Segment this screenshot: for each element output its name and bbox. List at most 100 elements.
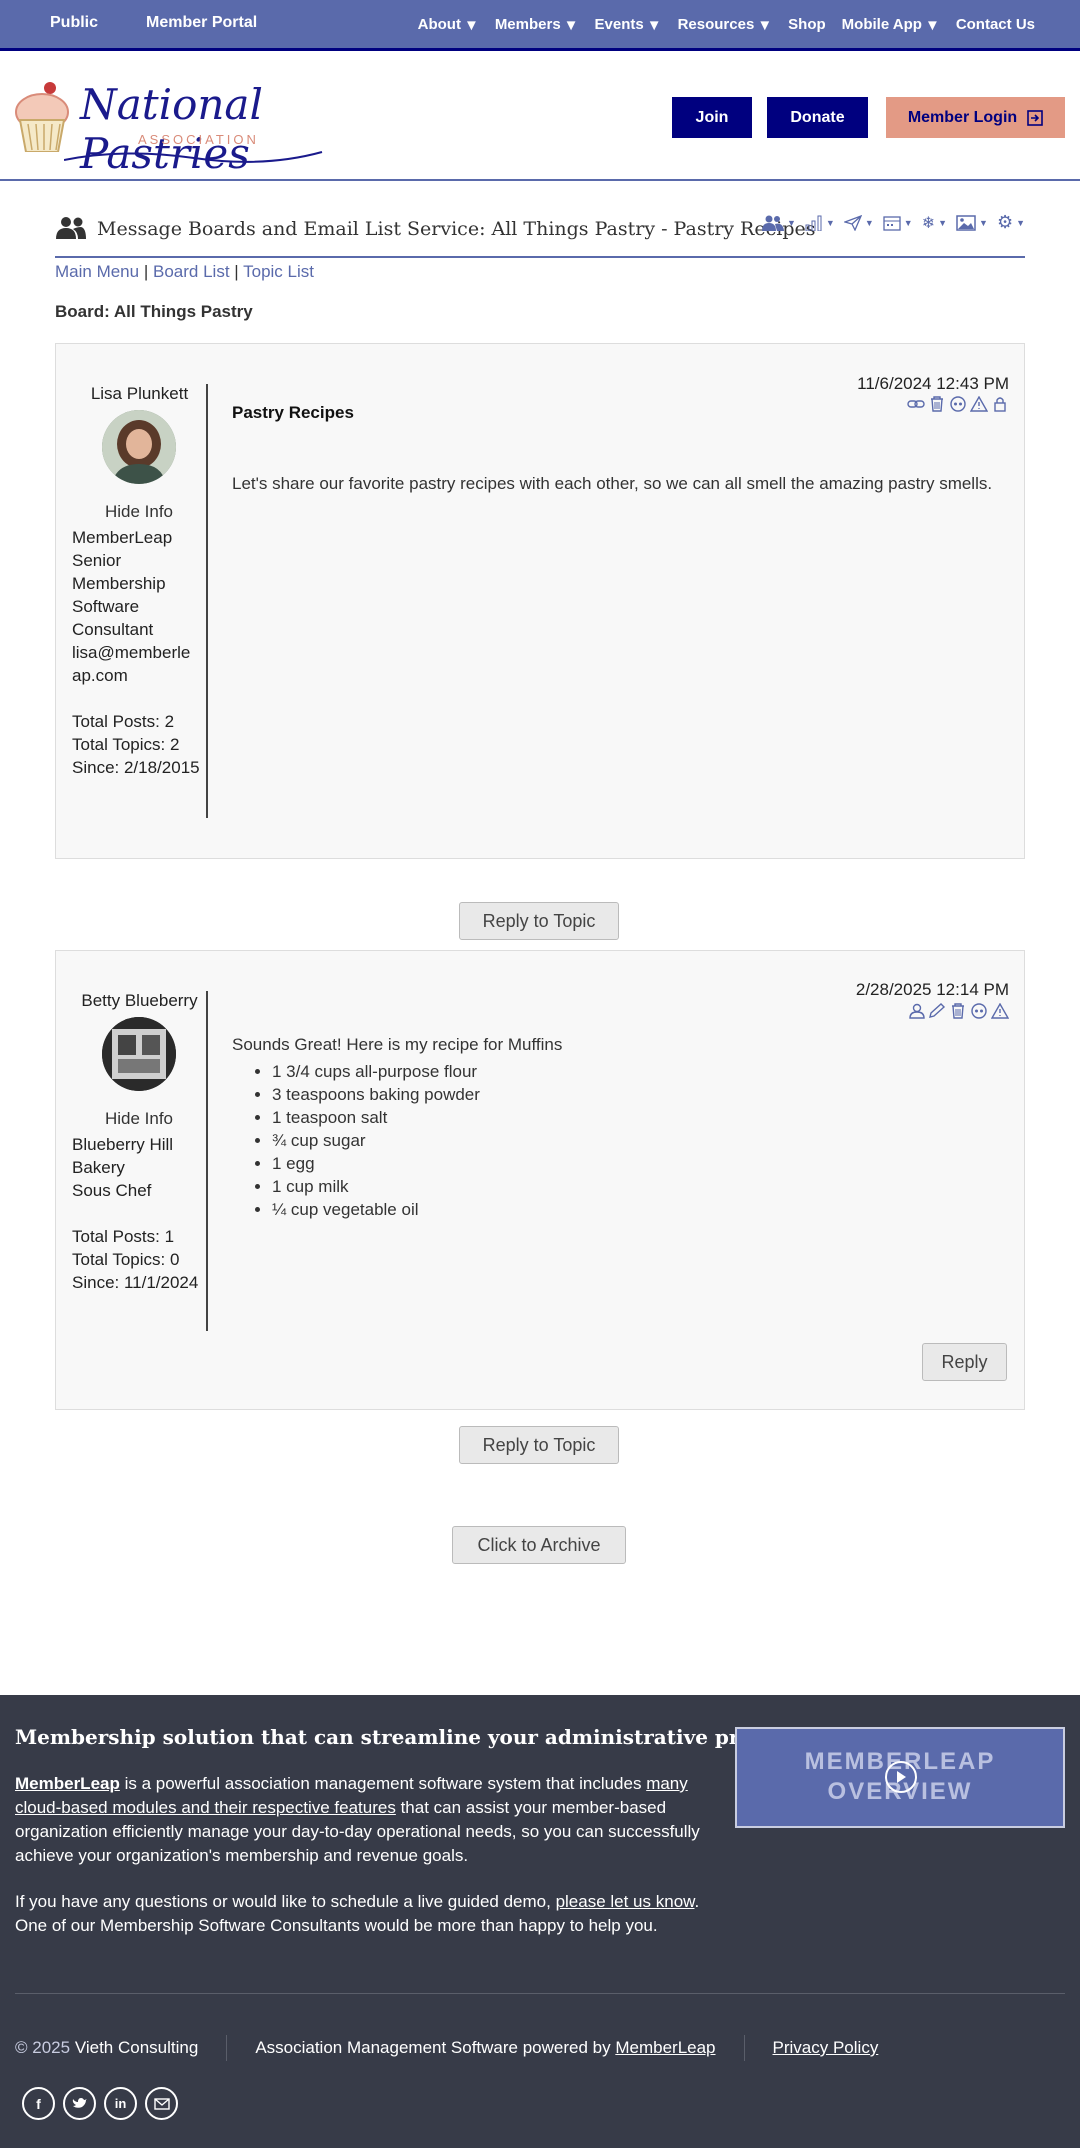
nav-contact-us[interactable]: Contact Us [956, 16, 1035, 34]
trash-icon[interactable] [949, 1003, 967, 1019]
author-stat: Total Posts: 2 [72, 712, 175, 731]
send-tool[interactable]: ▼ [843, 212, 874, 233]
snowflake-icon: ❄ [921, 214, 936, 232]
caret-down-icon: ▼ [924, 16, 940, 34]
nav-members-label: Members [494, 16, 561, 33]
caret-down-icon: ▼ [1016, 217, 1025, 228]
post-body: Let's share our favorite pastry recipes … [232, 474, 993, 493]
gear-icon: ⚙ [996, 212, 1014, 232]
author-details: Blueberry Hill Bakery Sous Chef Total Po… [72, 1133, 206, 1294]
calendar-tool[interactable]: ▼ [883, 212, 913, 233]
play-icon[interactable] [885, 1761, 917, 1793]
list-item: ¾ cup sugar [272, 1129, 1012, 1152]
caret-down-icon: ▼ [825, 217, 835, 228]
settings-tool[interactable]: ⚙ ▼ [997, 212, 1025, 233]
quote-icon[interactable] [949, 396, 967, 412]
top-nav-right: About ▼ Members ▼ Events ▼ Resources ▼ Shop … [418, 16, 1035, 34]
caret-down-icon: ▼ [757, 16, 773, 34]
powered-by-link[interactable]: MemberLeap [615, 2038, 715, 2057]
archive-button[interactable]: Click to Archive [452, 1526, 626, 1564]
board-title-row: Message Boards and Email List Service: A… [55, 210, 1025, 258]
footer-paragraph-2: If you have any questions or would like … [15, 1890, 715, 1938]
author-info-box: Hide Info MemberLeap Senior Membership S… [72, 384, 208, 818]
trash-icon[interactable] [928, 396, 946, 412]
reply-button[interactable]: Reply [922, 1343, 1007, 1381]
caret-down-icon: ▼ [563, 16, 579, 34]
email-icon[interactable] [145, 2087, 178, 2120]
memberleap-link[interactable]: MemberLeap [15, 1774, 120, 1793]
caret-down-icon: ▼ [646, 16, 662, 34]
top-nav: Public Member Portal About ▼ Members ▼ Eve… [0, 0, 1080, 51]
lock-icon[interactable] [991, 396, 1009, 412]
footer-text: is a powerful association management sof… [119, 1774, 647, 1793]
author-stat: Since: 11/1/2024 [72, 1273, 199, 1292]
nav-public[interactable]: Public [50, 14, 98, 32]
cupcake-icon [15, 82, 69, 152]
footer-separator [743, 2035, 745, 2061]
hide-info-link[interactable]: Hide Info [72, 502, 206, 522]
member-login-label: Member Login [907, 108, 1018, 126]
author-stat: Since: 2/18/2015 [72, 758, 200, 777]
author-info-box: Hide Info Blueberry Hill Bakery Sous Che… [72, 991, 208, 1331]
overview-video[interactable]: MEMBERLEAP OVERVIEW [735, 1727, 1065, 1828]
member-login-button[interactable]: Member Login [886, 97, 1065, 138]
users-icon [56, 217, 86, 239]
list-item: ¼ cup vegetable oil [272, 1198, 1012, 1221]
privacy-policy-link[interactable]: Privacy Policy [773, 2038, 879, 2058]
footer-paragraph-1: MemberLeap is a powerful association man… [15, 1772, 715, 1868]
warning-icon[interactable] [991, 1003, 1009, 1019]
author-info-line: Sous Chef [72, 1181, 152, 1200]
avatar [102, 410, 176, 484]
avatar [102, 1017, 176, 1091]
footer-separator [226, 2035, 228, 2061]
contact-link[interactable]: please let us know [556, 1892, 695, 1911]
breadcrumb-main-menu[interactable]: Main Menu [55, 262, 139, 281]
breadcrumb-board-list[interactable]: Board List [153, 262, 230, 281]
post-body: Sounds Great! Here is my recipe for Muff… [232, 1033, 1012, 1221]
user-icon[interactable] [909, 1003, 925, 1019]
login-icon [1027, 109, 1043, 126]
linkedin-icon[interactable]: in [104, 2087, 137, 2120]
post-date: 11/6/2024 12:43 PM [857, 374, 1009, 393]
logo-subtitle: ASSOCIATION [138, 132, 259, 147]
edit-icon[interactable] [928, 1003, 946, 1019]
send-icon [843, 214, 862, 231]
nav-resources[interactable]: Resources ▼ [678, 16, 773, 34]
nav-members[interactable]: Members ▼ [495, 16, 579, 34]
twitter-icon[interactable] [63, 2087, 96, 2120]
facebook-icon[interactable]: f [22, 2087, 55, 2120]
quote-icon[interactable] [970, 1003, 988, 1019]
reply-to-topic-button[interactable]: Reply to Topic [459, 902, 619, 940]
nav-member-portal[interactable]: Member Portal [146, 14, 257, 32]
site-footer: Membership solution that can streamline … [0, 1695, 1080, 2148]
nav-shop[interactable]: Shop [788, 16, 826, 34]
nav-about-label: About [417, 16, 461, 33]
author-info-line: ap.com [72, 666, 128, 685]
page-title: Message Boards and Email List Service: A… [97, 218, 816, 240]
image-tool[interactable]: ▼ [956, 212, 988, 233]
logo[interactable]: National Pastries ASSOCIATION [14, 76, 323, 178]
warning-icon[interactable] [970, 396, 988, 412]
nav-about[interactable]: About ▼ [418, 16, 479, 34]
nav-mobile-app[interactable]: Mobile App ▼ [842, 16, 940, 34]
donate-button[interactable]: Donate [767, 97, 868, 138]
breadcrumb-separator: | [234, 262, 239, 281]
post-body-text: Sounds Great! Here is my recipe for Muff… [232, 1035, 563, 1054]
breadcrumb: Main Menu | Board List | Topic List [55, 262, 314, 282]
reply-to-topic-button[interactable]: Reply to Topic [459, 1426, 619, 1464]
recipe-list: 1 3/4 cups all-purpose flour 3 teaspoons… [272, 1060, 1012, 1221]
join-button[interactable]: Join [672, 97, 752, 138]
post-actions [907, 396, 1009, 412]
snowflake-tool[interactable]: ❄ ▼ [922, 212, 947, 233]
caret-down-icon: ▼ [864, 217, 874, 228]
top-nav-left: Public Member Portal [50, 14, 257, 32]
nav-mobile-app-label: Mobile App [841, 16, 922, 33]
members-tool[interactable]: ▼ [762, 212, 796, 233]
link-icon[interactable] [907, 396, 925, 412]
author-info-line: lisa@memberle [72, 643, 191, 662]
stats-tool[interactable]: ▼ [805, 212, 835, 233]
nav-events[interactable]: Events ▼ [595, 16, 662, 34]
hide-info-link[interactable]: Hide Info [72, 1109, 206, 1129]
breadcrumb-topic-list[interactable]: Topic List [243, 262, 314, 281]
author-stat: Total Posts: 1 [72, 1227, 175, 1246]
